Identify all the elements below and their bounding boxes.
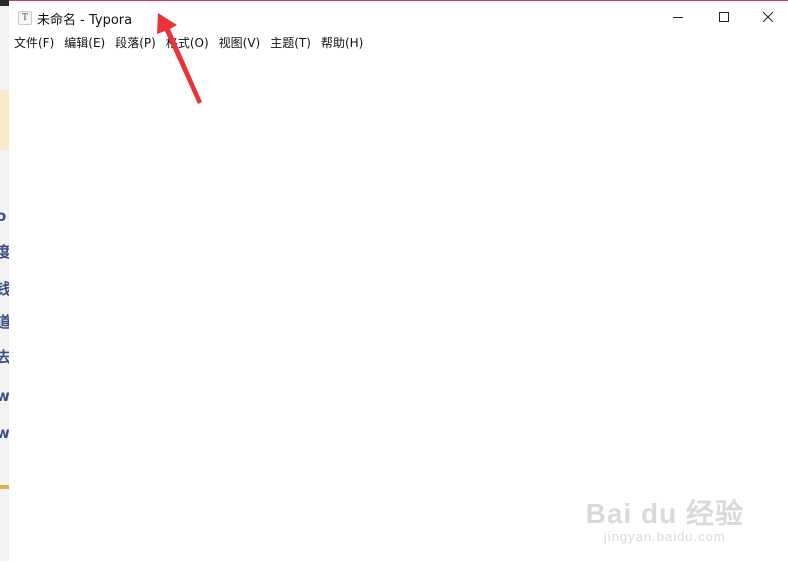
menu-edit[interactable]: 编辑(E) xyxy=(59,31,110,55)
typora-app-icon[interactable]: T xyxy=(18,11,32,25)
editor-area[interactable] xyxy=(9,55,788,562)
minimize-button[interactable] xyxy=(655,2,701,31)
minimize-icon xyxy=(673,16,683,18)
typora-window: T 未命名 - Typora 文件(F) 编辑(E) 段落(P) 格式(O) 视… xyxy=(9,0,788,562)
background-window-banner xyxy=(0,90,9,150)
background-window-strip xyxy=(0,0,9,6)
menu-format[interactable]: 格式(O) xyxy=(161,31,214,55)
close-button[interactable] xyxy=(747,2,788,31)
menu-file[interactable]: 文件(F) xyxy=(9,31,59,55)
title-bar[interactable]: T 未命名 - Typora xyxy=(9,2,788,31)
window-title: 未命名 - Typora xyxy=(37,13,133,28)
close-icon xyxy=(762,11,773,22)
background-window-divider xyxy=(0,485,9,489)
maximize-icon xyxy=(719,11,729,22)
menu-bar: 文件(F) 编辑(E) 段落(P) 格式(O) 视图(V) 主题(T) 帮助(H… xyxy=(9,31,788,55)
menu-paragraph[interactable]: 段落(P) xyxy=(110,31,161,55)
menu-view[interactable]: 视图(V) xyxy=(214,31,266,55)
maximize-button[interactable] xyxy=(701,2,747,31)
menu-themes[interactable]: 主题(T) xyxy=(265,31,316,55)
baidu-watermark: Bai du 经验 jingyan.baidu.com xyxy=(586,499,744,545)
menu-help[interactable]: 帮助(H) xyxy=(316,31,368,55)
watermark-site: jingyan.baidu.com xyxy=(603,529,726,544)
watermark-brand: Bai du 经验 xyxy=(585,498,744,529)
